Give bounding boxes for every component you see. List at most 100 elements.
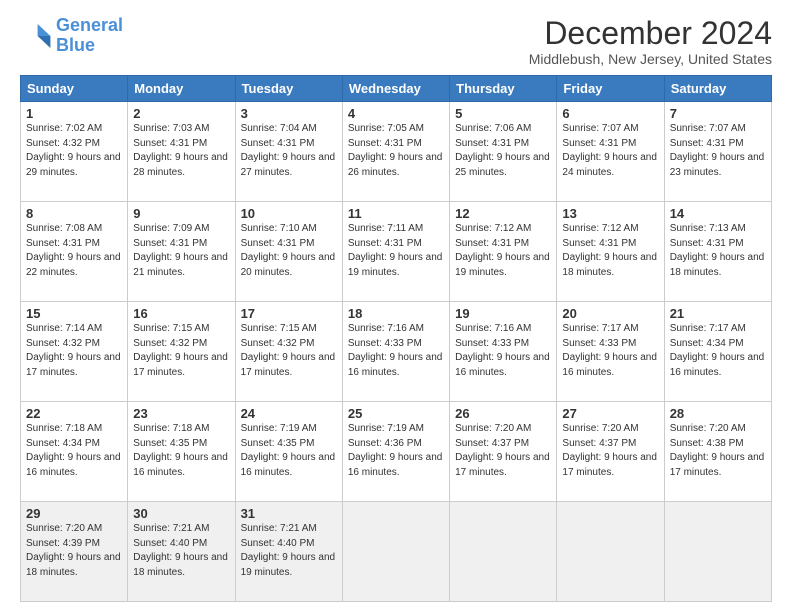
day-info: Sunrise: 7:08 AMSunset: 4:31 PMDaylight:… bbox=[26, 222, 122, 280]
logo-blue: Blue bbox=[56, 35, 95, 55]
day-number: 6 bbox=[562, 106, 658, 121]
calendar-cell: 13Sunrise: 7:12 AMSunset: 4:31 PMDayligh… bbox=[557, 202, 664, 302]
day-number: 16 bbox=[133, 306, 229, 321]
calendar-cell: 25Sunrise: 7:19 AMSunset: 4:36 PMDayligh… bbox=[342, 402, 449, 502]
day-info: Sunrise: 7:03 AMSunset: 4:31 PMDaylight:… bbox=[133, 122, 229, 180]
day-of-week-header: Wednesday bbox=[342, 76, 449, 102]
day-info: Sunrise: 7:11 AMSunset: 4:31 PMDaylight:… bbox=[348, 222, 444, 280]
calendar-week-row: 22Sunrise: 7:18 AMSunset: 4:34 PMDayligh… bbox=[21, 402, 772, 502]
calendar-cell bbox=[450, 502, 557, 602]
day-number: 28 bbox=[670, 406, 766, 421]
calendar-cell bbox=[342, 502, 449, 602]
day-number: 25 bbox=[348, 406, 444, 421]
day-number: 10 bbox=[241, 206, 337, 221]
calendar-cell: 10Sunrise: 7:10 AMSunset: 4:31 PMDayligh… bbox=[235, 202, 342, 302]
day-info: Sunrise: 7:20 AMSunset: 4:37 PMDaylight:… bbox=[455, 422, 551, 480]
day-info: Sunrise: 7:10 AMSunset: 4:31 PMDaylight:… bbox=[241, 222, 337, 280]
day-number: 18 bbox=[348, 306, 444, 321]
day-number: 11 bbox=[348, 206, 444, 221]
calendar-cell: 11Sunrise: 7:11 AMSunset: 4:31 PMDayligh… bbox=[342, 202, 449, 302]
day-number: 21 bbox=[670, 306, 766, 321]
day-number: 30 bbox=[133, 506, 229, 521]
calendar-week-row: 15Sunrise: 7:14 AMSunset: 4:32 PMDayligh… bbox=[21, 302, 772, 402]
day-of-week-header: Thursday bbox=[450, 76, 557, 102]
day-number: 22 bbox=[26, 406, 122, 421]
day-info: Sunrise: 7:19 AMSunset: 4:36 PMDaylight:… bbox=[348, 422, 444, 480]
day-of-week-header: Sunday bbox=[21, 76, 128, 102]
day-number: 24 bbox=[241, 406, 337, 421]
day-number: 4 bbox=[348, 106, 444, 121]
day-number: 12 bbox=[455, 206, 551, 221]
header: General Blue December 2024 Middlebush, N… bbox=[20, 16, 772, 67]
day-info: Sunrise: 7:14 AMSunset: 4:32 PMDaylight:… bbox=[26, 322, 122, 380]
calendar-cell: 3Sunrise: 7:04 AMSunset: 4:31 PMDaylight… bbox=[235, 102, 342, 202]
calendar-table: SundayMondayTuesdayWednesdayThursdayFrid… bbox=[20, 75, 772, 602]
calendar-cell: 12Sunrise: 7:12 AMSunset: 4:31 PMDayligh… bbox=[450, 202, 557, 302]
day-info: Sunrise: 7:06 AMSunset: 4:31 PMDaylight:… bbox=[455, 122, 551, 180]
calendar-header-row: SundayMondayTuesdayWednesdayThursdayFrid… bbox=[21, 76, 772, 102]
calendar-cell: 16Sunrise: 7:15 AMSunset: 4:32 PMDayligh… bbox=[128, 302, 235, 402]
day-number: 9 bbox=[133, 206, 229, 221]
page: General Blue December 2024 Middlebush, N… bbox=[0, 0, 792, 612]
day-info: Sunrise: 7:09 AMSunset: 4:31 PMDaylight:… bbox=[133, 222, 229, 280]
logo-general: General bbox=[56, 15, 123, 35]
day-info: Sunrise: 7:16 AMSunset: 4:33 PMDaylight:… bbox=[348, 322, 444, 380]
day-info: Sunrise: 7:19 AMSunset: 4:35 PMDaylight:… bbox=[241, 422, 337, 480]
main-title: December 2024 bbox=[529, 16, 772, 51]
day-of-week-header: Monday bbox=[128, 76, 235, 102]
day-number: 23 bbox=[133, 406, 229, 421]
day-number: 5 bbox=[455, 106, 551, 121]
day-number: 13 bbox=[562, 206, 658, 221]
calendar-cell: 1Sunrise: 7:02 AMSunset: 4:32 PMDaylight… bbox=[21, 102, 128, 202]
day-number: 2 bbox=[133, 106, 229, 121]
day-info: Sunrise: 7:15 AMSunset: 4:32 PMDaylight:… bbox=[133, 322, 229, 380]
day-info: Sunrise: 7:20 AMSunset: 4:37 PMDaylight:… bbox=[562, 422, 658, 480]
calendar-week-row: 29Sunrise: 7:20 AMSunset: 4:39 PMDayligh… bbox=[21, 502, 772, 602]
calendar-cell: 27Sunrise: 7:20 AMSunset: 4:37 PMDayligh… bbox=[557, 402, 664, 502]
day-of-week-header: Saturday bbox=[664, 76, 771, 102]
calendar-cell: 24Sunrise: 7:19 AMSunset: 4:35 PMDayligh… bbox=[235, 402, 342, 502]
day-info: Sunrise: 7:20 AMSunset: 4:38 PMDaylight:… bbox=[670, 422, 766, 480]
calendar-cell: 9Sunrise: 7:09 AMSunset: 4:31 PMDaylight… bbox=[128, 202, 235, 302]
day-number: 17 bbox=[241, 306, 337, 321]
calendar-cell: 7Sunrise: 7:07 AMSunset: 4:31 PMDaylight… bbox=[664, 102, 771, 202]
day-number: 20 bbox=[562, 306, 658, 321]
day-of-week-header: Tuesday bbox=[235, 76, 342, 102]
day-info: Sunrise: 7:05 AMSunset: 4:31 PMDaylight:… bbox=[348, 122, 444, 180]
day-info: Sunrise: 7:18 AMSunset: 4:35 PMDaylight:… bbox=[133, 422, 229, 480]
calendar-cell: 28Sunrise: 7:20 AMSunset: 4:38 PMDayligh… bbox=[664, 402, 771, 502]
day-info: Sunrise: 7:17 AMSunset: 4:33 PMDaylight:… bbox=[562, 322, 658, 380]
day-number: 7 bbox=[670, 106, 766, 121]
calendar-cell: 8Sunrise: 7:08 AMSunset: 4:31 PMDaylight… bbox=[21, 202, 128, 302]
calendar-cell: 30Sunrise: 7:21 AMSunset: 4:40 PMDayligh… bbox=[128, 502, 235, 602]
day-info: Sunrise: 7:20 AMSunset: 4:39 PMDaylight:… bbox=[26, 522, 122, 580]
calendar-body: 1Sunrise: 7:02 AMSunset: 4:32 PMDaylight… bbox=[21, 102, 772, 602]
title-block: December 2024 Middlebush, New Jersey, Un… bbox=[529, 16, 772, 67]
day-info: Sunrise: 7:12 AMSunset: 4:31 PMDaylight:… bbox=[562, 222, 658, 280]
day-number: 15 bbox=[26, 306, 122, 321]
day-number: 26 bbox=[455, 406, 551, 421]
calendar-cell: 18Sunrise: 7:16 AMSunset: 4:33 PMDayligh… bbox=[342, 302, 449, 402]
day-info: Sunrise: 7:02 AMSunset: 4:32 PMDaylight:… bbox=[26, 122, 122, 180]
day-info: Sunrise: 7:15 AMSunset: 4:32 PMDaylight:… bbox=[241, 322, 337, 380]
day-info: Sunrise: 7:21 AMSunset: 4:40 PMDaylight:… bbox=[241, 522, 337, 580]
calendar-week-row: 8Sunrise: 7:08 AMSunset: 4:31 PMDaylight… bbox=[21, 202, 772, 302]
day-info: Sunrise: 7:07 AMSunset: 4:31 PMDaylight:… bbox=[562, 122, 658, 180]
day-info: Sunrise: 7:18 AMSunset: 4:34 PMDaylight:… bbox=[26, 422, 122, 480]
day-info: Sunrise: 7:12 AMSunset: 4:31 PMDaylight:… bbox=[455, 222, 551, 280]
calendar-cell: 4Sunrise: 7:05 AMSunset: 4:31 PMDaylight… bbox=[342, 102, 449, 202]
day-info: Sunrise: 7:17 AMSunset: 4:34 PMDaylight:… bbox=[670, 322, 766, 380]
day-info: Sunrise: 7:07 AMSunset: 4:31 PMDaylight:… bbox=[670, 122, 766, 180]
calendar-cell: 22Sunrise: 7:18 AMSunset: 4:34 PMDayligh… bbox=[21, 402, 128, 502]
calendar-cell: 6Sunrise: 7:07 AMSunset: 4:31 PMDaylight… bbox=[557, 102, 664, 202]
calendar-cell: 5Sunrise: 7:06 AMSunset: 4:31 PMDaylight… bbox=[450, 102, 557, 202]
logo-text: General Blue bbox=[56, 16, 123, 56]
day-number: 27 bbox=[562, 406, 658, 421]
day-number: 31 bbox=[241, 506, 337, 521]
calendar-cell bbox=[557, 502, 664, 602]
calendar-cell: 19Sunrise: 7:16 AMSunset: 4:33 PMDayligh… bbox=[450, 302, 557, 402]
day-number: 1 bbox=[26, 106, 122, 121]
calendar-cell: 15Sunrise: 7:14 AMSunset: 4:32 PMDayligh… bbox=[21, 302, 128, 402]
day-number: 19 bbox=[455, 306, 551, 321]
day-number: 8 bbox=[26, 206, 122, 221]
